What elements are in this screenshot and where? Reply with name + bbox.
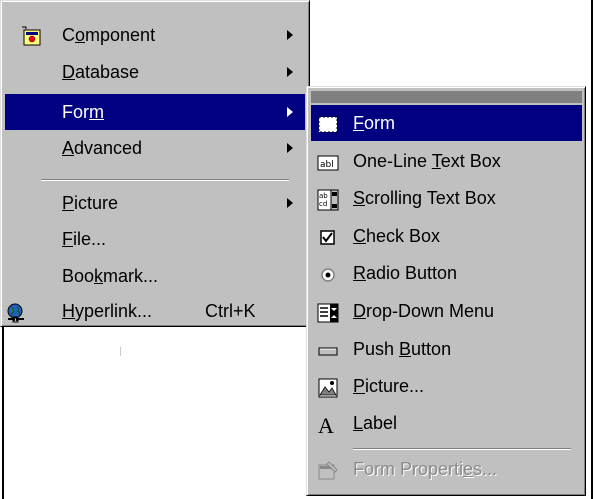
menu-item-label: One-Line Text Box [353,151,501,171]
svg-text:A: A [318,414,334,436]
submenu-item-form[interactable]: Form [311,105,582,141]
menu-item-advanced[interactable]: Advanced [5,130,305,166]
submenu-arrow-icon [287,143,293,153]
menu-separator [353,448,571,450]
submenu-arrow-icon [287,67,293,77]
submenu-drag-bar[interactable] [311,91,582,103]
submenu-item-scrolling-text-box[interactable]: ab cd Scrolling Text Box [311,180,582,216]
component-icon [21,24,43,46]
submenu-arrow-icon [287,107,293,117]
menu-item-label: Database [62,62,140,82]
label-a-icon: A [317,412,339,438]
submenu-item-drop-down-menu[interactable]: Drop-Down Menu [311,293,582,329]
menu-item-label: Hyperlink... [62,301,153,321]
menu-item-component[interactable]: Component [5,17,305,53]
submenu-item-check-box[interactable]: Check Box [311,218,582,254]
svg-text:ab: ab [319,192,328,200]
submenu-item-push-button[interactable]: Push Button [311,331,582,367]
menu-item-label: Check Box [353,226,441,246]
checkbox-icon [317,225,339,247]
menu-item-hyperlink[interactable]: Hyperlink... Ctrl+K [5,293,305,329]
menu-item-bookmark[interactable]: Bookmark... [5,258,305,294]
form-dotted-box-icon [317,112,339,134]
submenu-arrow-icon [287,198,293,208]
submenu-arrow-icon [287,30,293,40]
menu-item-label: Drop-Down Menu [353,301,495,321]
submenu-item-form-properties[interactable]: Form Properties... [311,451,582,487]
submenu-item-label[interactable]: A Label [311,405,582,441]
menu-item-picture[interactable]: Picture [5,185,305,221]
menu-item-label: Advanced [62,138,143,158]
text-box-icon: abl [317,150,339,172]
menu-item-label: Form Properties... [353,459,498,479]
form-submenu: Form abl One-Line Text Box ab cd Scrolli… [306,86,586,496]
menu-item-file[interactable]: File... [5,221,305,257]
menu-item-label: Push Button [353,339,452,359]
menu-item-label: Form [353,113,395,133]
menu-item-label: Form [62,102,104,122]
menu-item-label: File... [62,229,107,249]
svg-text:cd: cd [319,200,327,208]
submenu-item-one-line-text-box[interactable]: abl One-Line Text Box [311,143,582,179]
hyperlink-globe-icon [5,300,27,323]
insert-menu: Component Database Form Advanced Picture… [0,0,310,327]
menu-item-label: Bookmark... [62,266,159,286]
submenu-item-picture[interactable]: Picture... [311,368,582,404]
menu-item-form[interactable]: Form [5,94,305,130]
drop-down-menu-icon [317,300,339,323]
menu-item-label: Picture [62,193,119,213]
picture-icon [317,375,339,398]
submenu-item-radio-button[interactable]: Radio Button [311,255,582,291]
menu-item-label: Radio Button [353,263,458,283]
radio-button-icon [317,262,339,284]
menu-separator [41,179,289,181]
push-button-icon [317,338,339,360]
form-properties-icon [317,458,339,480]
menu-item-shortcut: Ctrl+K [205,301,256,321]
menu-item-label: Component [62,25,156,45]
scrolling-text-box-icon: ab cd [317,187,339,211]
menu-item-label: Label [353,413,398,433]
menu-item-label: Picture... [353,376,425,396]
text-cursor-mark [120,347,121,356]
menu-item-label: Scrolling Text Box [353,188,496,208]
menu-item-database[interactable]: Database [5,54,305,90]
svg-text:abl: abl [320,160,334,170]
